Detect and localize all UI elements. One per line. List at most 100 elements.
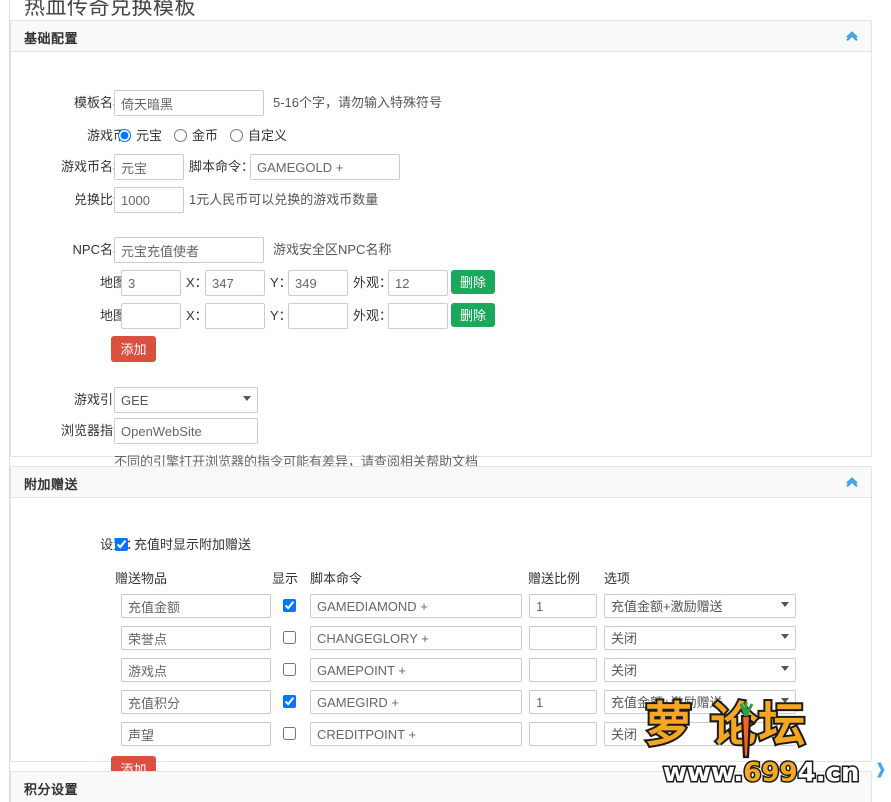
browser-command-input[interactable]	[114, 418, 258, 444]
gift-command-input-5[interactable]	[310, 722, 522, 746]
panel-gift-heading: 附加赠送	[11, 467, 871, 498]
gift-item-input-2[interactable]	[121, 626, 271, 650]
radio-currency-jinbi[interactable]: 金币	[174, 123, 218, 149]
y-input-2[interactable]	[288, 303, 348, 329]
label-script-command: 脚本命令：	[189, 159, 255, 174]
gift-shown-checkbox-5[interactable]	[283, 727, 296, 740]
chevron-double-up-icon[interactable]	[845, 475, 859, 489]
gift-shown-checkbox-4[interactable]	[283, 695, 296, 708]
gift-command-input-2[interactable]	[310, 626, 522, 650]
gift-option-select-4[interactable]: 充值金额+激励赠送	[604, 690, 796, 714]
column-header-option: 选项	[604, 571, 631, 586]
row-currency-name: 游戏币名称： 脚本命令：	[11, 154, 871, 180]
row-exchange-rate: 兑换比例： 1元人民币可以兑换的游戏币数量	[11, 187, 871, 213]
page-title: 热血传奇兑换模板	[24, 0, 196, 19]
radio-currency-yuanbao[interactable]: 元宝	[118, 123, 162, 149]
radio-input-jinbi[interactable]	[174, 129, 187, 142]
gift-command-input-3[interactable]	[310, 658, 522, 682]
column-header-shown: 显示	[272, 571, 299, 586]
gift-option-select-1[interactable]: 充值金额+激励赠送	[604, 594, 796, 618]
game-engine-select[interactable]: GEE	[114, 387, 258, 413]
gift-option-select-2[interactable]: 关闭	[604, 626, 796, 650]
help-exchange-rate: 1元人民币可以兑换的游戏币数量	[189, 192, 379, 207]
x-input-2[interactable]	[205, 303, 265, 329]
help-npc-name: 游戏安全区NPC名称	[273, 242, 392, 257]
template-name-input[interactable]	[114, 90, 264, 116]
currency-name-input[interactable]	[114, 154, 184, 180]
add-npc-button[interactable]: 添加	[111, 336, 156, 362]
gift-ratio-input-1[interactable]	[529, 594, 597, 618]
map-input-2[interactable]	[121, 303, 181, 329]
gift-option-select-3[interactable]: 关闭	[604, 658, 796, 682]
table-row[interactable]: 关闭	[11, 626, 871, 652]
y-input-1[interactable]	[288, 270, 348, 296]
gift-ratio-input-3[interactable]	[529, 658, 597, 682]
row-npc-location-2[interactable]: 地图： X： Y： 外观： 删除	[11, 303, 871, 329]
gift-item-input-1[interactable]	[121, 594, 271, 618]
label-map-1: 地图：	[99, 275, 139, 290]
row-gift-setting: 设置： 充值时显示附加赠送	[11, 532, 871, 558]
table-row[interactable]: 充值金额+激励赠送	[11, 594, 871, 620]
row-npc-location-1[interactable]: 地图： X： Y： 外观： 删除	[11, 270, 871, 296]
page-root: 热血传奇兑换模板 基础配置 模板名称： 5-16个字，请勿输入特殊符号 游戏币：	[0, 0, 891, 802]
gift-display-checkbox-label[interactable]: 充值时显示附加赠送	[115, 532, 251, 558]
panel-points-title: 积分设置	[24, 782, 79, 797]
gift-command-input-1[interactable]	[310, 594, 522, 618]
appearance-input-1[interactable]	[388, 270, 448, 296]
panel-gift-title: 附加赠送	[24, 477, 79, 492]
panel-points-heading: 积分设置	[11, 772, 871, 802]
gift-ratio-input-5[interactable]	[529, 722, 597, 746]
table-row[interactable]: 关闭	[11, 722, 871, 748]
delete-npc-button-2[interactable]: 删除	[451, 303, 495, 327]
panel-basic-heading: 基础配置	[11, 21, 871, 52]
table-row[interactable]: 关闭	[11, 658, 871, 684]
delete-npc-button-1[interactable]: 删除	[451, 270, 495, 294]
appearance-input-2[interactable]	[388, 303, 448, 329]
radio-label-jinbi: 金币	[192, 128, 219, 143]
gift-option-select-wrap-5[interactable]: 关闭	[604, 722, 796, 746]
gift-display-checkbox[interactable]	[115, 538, 128, 551]
row-npc-name: NPC名称： 游戏安全区NPC名称	[11, 237, 871, 263]
row-template-name: 模板名称： 5-16个字，请勿输入特殊符号	[11, 90, 871, 116]
gift-option-select-5[interactable]: 关闭	[604, 722, 796, 746]
gift-option-select-wrap-4[interactable]: 充值金额+激励赠送	[604, 690, 796, 714]
radio-input-custom[interactable]	[230, 129, 243, 142]
gift-shown-checkbox-3[interactable]	[283, 663, 296, 676]
gift-option-select-wrap-1[interactable]: 充值金额+激励赠送	[604, 594, 796, 618]
gift-item-input-4[interactable]	[121, 690, 271, 714]
gift-display-checkbox-text: 充值时显示附加赠送	[134, 537, 252, 552]
column-header-item: 赠送物品	[115, 571, 168, 586]
row-browser-command: 浏览器指令：	[11, 418, 871, 444]
panel-basic-title: 基础配置	[24, 31, 79, 46]
game-engine-select-wrap[interactable]: GEE	[114, 387, 258, 413]
gift-item-input-3[interactable]	[121, 658, 271, 682]
gift-option-select-wrap-2[interactable]: 关闭	[604, 626, 796, 650]
gift-shown-checkbox-2[interactable]	[283, 631, 296, 644]
gift-option-select-wrap-3[interactable]: 关闭	[604, 658, 796, 682]
column-header-command: 脚本命令	[310, 571, 363, 586]
radio-label-custom: 自定义	[248, 128, 288, 143]
gift-ratio-input-2[interactable]	[529, 626, 597, 650]
gift-command-input-4[interactable]	[310, 690, 522, 714]
gift-shown-checkbox-1[interactable]	[283, 599, 296, 612]
gift-ratio-input-4[interactable]	[529, 690, 597, 714]
x-input-1[interactable]	[205, 270, 265, 296]
label-appearance-1: 外观：	[353, 275, 393, 290]
help-template-name: 5-16个字，请勿输入特殊符号	[273, 95, 443, 110]
row-currency-type: 游戏币： 元宝 金币 自定义	[11, 123, 871, 149]
radio-label-yuanbao: 元宝	[136, 128, 163, 143]
exchange-rate-input[interactable]	[114, 187, 184, 213]
radio-input-yuanbao[interactable]	[118, 129, 131, 142]
row-game-engine: 游戏引擎： GEE	[11, 387, 871, 413]
column-header-ratio: 赠送比例	[528, 571, 581, 586]
panel-points: 积分设置	[10, 771, 872, 802]
chevron-double-up-icon[interactable]	[845, 29, 859, 43]
label-map-2: 地图：	[99, 308, 139, 323]
npc-name-input[interactable]	[114, 237, 264, 263]
script-command-input[interactable]	[250, 154, 400, 180]
table-row[interactable]: 充值金额+激励赠送	[11, 690, 871, 716]
gift-item-input-5[interactable]	[121, 722, 271, 746]
label-appearance-2: 外观：	[353, 308, 393, 323]
radio-currency-custom[interactable]: 自定义	[230, 123, 287, 149]
map-input-1[interactable]	[121, 270, 181, 296]
